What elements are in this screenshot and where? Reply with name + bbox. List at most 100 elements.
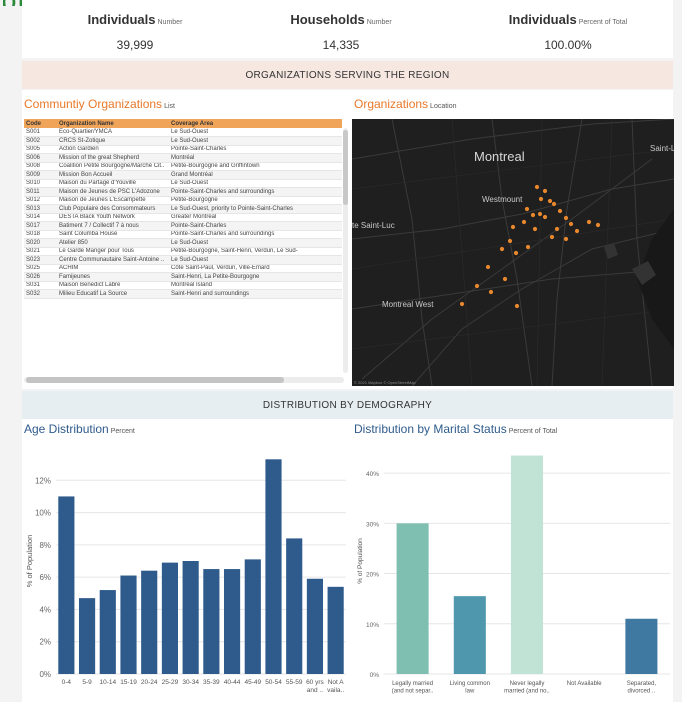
map-location-dot	[534, 184, 540, 190]
coverage-area-cell: Le Sud-Ouest	[169, 179, 342, 188]
map-location-dot	[538, 196, 544, 202]
table-row[interactable]: S011 Maison de Jeunes de PSC L'Adozone Poi…	[24, 187, 342, 197]
table-row[interactable]: S023 Centre Communautaire Saint-Antoine .…	[24, 255, 342, 265]
table-row[interactable]: S026 Famijeunes Saint-Henri, La Petite-Bou…	[24, 272, 342, 282]
organization-name-cell: ACHIM	[57, 264, 169, 273]
x-tick-label: Never legally	[510, 681, 545, 687]
bar	[327, 586, 344, 674]
organization-name-cell: Maison de Jeunes de PSC L'Adozone	[57, 187, 169, 197]
organization-name-cell: Action Gardien	[57, 145, 169, 154]
organization-name-cell: Maison de Jeunes L'Escampette	[57, 196, 169, 205]
code-cell: S006	[24, 153, 57, 163]
map-location-dot	[521, 219, 527, 225]
column-header-organization-name[interactable]: Organization Name	[57, 119, 169, 128]
x-tick-label: 25-29	[162, 679, 179, 686]
map-location-dot	[530, 212, 536, 218]
bar	[182, 561, 199, 674]
table-row[interactable]: S031 Maison Benedict Labre Montréal Island	[24, 281, 342, 290]
table-row[interactable]: S005 Action Gardien Pointe-Saint-Charles	[24, 145, 342, 154]
kpi-label: Households Number	[290, 12, 392, 27]
y-tick-label: 40%	[366, 471, 379, 478]
kpi-households-number: Households Number 14,335	[241, 12, 441, 52]
x-tick-label: 15-19	[120, 679, 137, 686]
bar	[244, 559, 261, 674]
map-location-dot	[514, 303, 520, 309]
table-row[interactable]: S008 Coalition Petite Bourgogne/Marché Ci…	[24, 162, 342, 171]
y-tick-label: 12%	[35, 476, 51, 485]
table-row[interactable]: S001 Eco-Quartier/YMCA Le Sud-Ouest	[24, 128, 342, 137]
map-attribution: © 2021 Mapbox © OpenStreetMap	[354, 380, 416, 385]
code-cell: S018	[24, 230, 57, 239]
coverage-area-cell: Le Sud-Ouest	[169, 255, 342, 265]
table-row[interactable]: S006 Mission of the great Shepherd Montréa…	[24, 153, 342, 163]
y-tick-label: 0%	[370, 672, 380, 679]
bar	[203, 569, 220, 674]
code-cell: S021	[24, 247, 57, 256]
column-header-coverage-area[interactable]: Coverage Area	[169, 119, 342, 128]
x-tick-label: 55-59	[286, 679, 303, 686]
coverage-area-cell: Petite-Bourgogne and Griffintown	[169, 162, 342, 171]
organization-name-cell: Coalition Petite Bourgogne/Marché Cit..	[57, 162, 169, 171]
map-location-dot	[507, 238, 513, 244]
y-axis-label: % of Population	[25, 535, 34, 588]
table-row[interactable]: S032 Milieu Educatif La Source Saint-Henri…	[24, 289, 342, 299]
scrollbar-thumb[interactable]	[343, 130, 348, 205]
x-tick-label: 35-39	[203, 679, 220, 686]
table-row[interactable]: S010 Maison du Partage d'Youville Le Sud-O…	[24, 179, 342, 188]
coverage-area-cell: Pointe-Saint-Charles and surroundings	[169, 230, 342, 239]
scrollbar-thumb[interactable]	[26, 377, 284, 383]
marital-status-chart: 0% 10% 20% 30% 40% % of Population Legally mar…	[357, 455, 670, 695]
x-tick-label: 5-9	[82, 679, 92, 686]
table-row[interactable]: S002 CRCS St-Zotique Le Sud-Ouest	[24, 136, 342, 146]
table-row[interactable]: S020 Atelier 850 Le Sud-Ouest	[24, 238, 342, 248]
coverage-area-cell: Le Sud-Ouest	[169, 128, 342, 137]
map-location-dot	[474, 283, 480, 289]
table-vertical-scrollbar[interactable]	[343, 128, 348, 373]
organization-name-cell: Milieu Educatif La Source	[57, 289, 169, 299]
x-tick-label: 10-14	[99, 679, 116, 686]
map-location-dot	[485, 264, 491, 270]
coverage-area-cell: Saint-Henri and surroundings	[169, 289, 342, 299]
column-header-code[interactable]: Code	[24, 119, 57, 128]
table-row[interactable]: S018 Saint Columba House Pointe-Saint-Char…	[24, 230, 342, 239]
bar	[625, 618, 658, 674]
table-row[interactable]: S017 Batiment 7 / Collectif 7 à nous Point…	[24, 221, 342, 231]
map-location-dot	[586, 219, 592, 225]
table-horizontal-scrollbar[interactable]	[24, 377, 344, 383]
table-row[interactable]: S009 Mission Bon Accueil Grand Montréal	[24, 170, 342, 180]
x-tick-label: divorced ..	[628, 689, 656, 695]
map-dots	[459, 184, 601, 309]
table-row[interactable]: S012 Maison de Jeunes L'Escampette Petite-…	[24, 196, 342, 205]
table-row[interactable]: S013 Club Populaire des Consommateurs Le S…	[24, 204, 342, 214]
table-row[interactable]: S021 Le Garde Manger pour Tous Petite-Bour…	[24, 247, 342, 256]
organization-name-cell: Mission of the great Shepherd	[57, 153, 169, 163]
organization-name-cell: Famijeunes	[57, 272, 169, 282]
kpi-individuals-number: Individuals Number 39,999	[35, 12, 235, 52]
code-cell: S014	[24, 213, 57, 222]
x-tick-label: Legally married	[392, 681, 433, 687]
bar	[141, 570, 158, 674]
section-header-organizations: ORGANIZATIONS SERVING THE REGION	[22, 61, 673, 89]
kpi-value: 14,335	[322, 38, 360, 52]
code-cell: S031	[24, 281, 57, 290]
section-header-demography: DISTRIBUTION BY DEMOGRAPHY	[22, 391, 673, 419]
organizations-table: Code Organization Name Coverage Area S00…	[24, 119, 342, 299]
coverage-area-cell: Pointe-Saint-Charles	[169, 221, 342, 231]
y-tick-label: 10%	[35, 509, 51, 518]
coverage-area-cell: Pointe-Saint-Charles	[169, 145, 342, 154]
table-row[interactable]: S014 DESTA Black Youth Network Greater Mon…	[24, 213, 342, 222]
organization-name-cell: Centre Communautaire Saint-Antoine ..	[57, 255, 169, 265]
y-tick-label: 8%	[39, 541, 51, 550]
organization-name-cell: Atelier 850	[57, 238, 169, 248]
organizations-map[interactable]: Montreal Westmount te Saint-Luc Montreal…	[352, 119, 674, 386]
map-location-dot	[574, 228, 580, 234]
map-location-dot	[524, 206, 530, 212]
map-location-dot	[557, 208, 563, 214]
map-location-dot	[510, 224, 516, 230]
y-tick-label: 30%	[366, 521, 379, 528]
code-cell: S025	[24, 264, 57, 273]
x-tick-label: 45-49	[244, 679, 261, 686]
table-row[interactable]: S025 ACHIM Côte Saint-Paul, Verdun, Ville-…	[24, 264, 342, 273]
code-cell: S005	[24, 145, 57, 154]
organization-name-cell: Club Populaire des Consommateurs	[57, 204, 169, 214]
